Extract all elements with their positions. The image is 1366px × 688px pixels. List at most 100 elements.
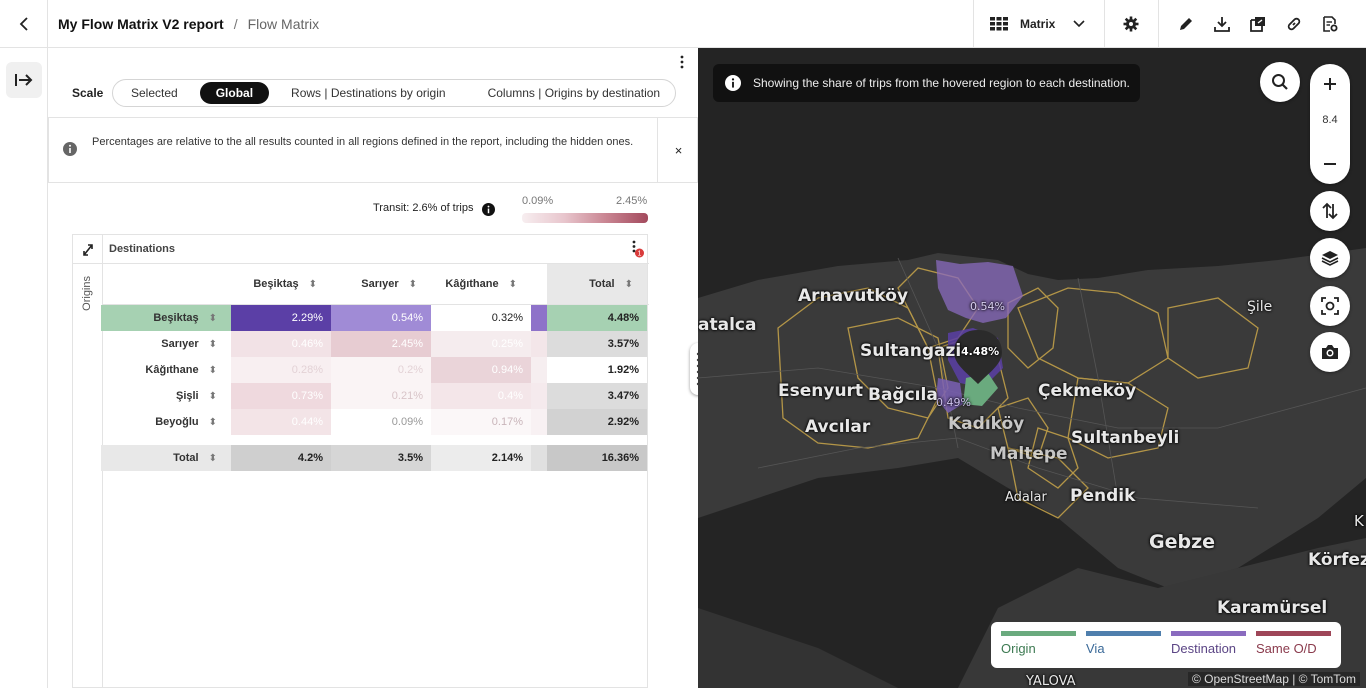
filter-badge-count: 1 [638, 251, 642, 258]
map-legend: Origin Via Destination Same O/D [991, 622, 1341, 668]
transit-cell [531, 409, 547, 435]
transit-cell [531, 445, 547, 471]
matrix-cell[interactable]: 0.09% [331, 409, 431, 435]
close-banner-button[interactable]: × [657, 118, 699, 182]
matrix-cell[interactable]: 0.4% [431, 383, 531, 409]
view-select[interactable]: Matrix [973, 0, 1105, 47]
zoom-level: 8.4 [1322, 114, 1338, 126]
row-total-cell[interactable]: 1.92% [547, 357, 647, 383]
report-title[interactable]: My Flow Matrix V2 report [58, 16, 224, 32]
view-select-label: Matrix [1020, 16, 1056, 31]
column-total-cell[interactable]: 2.14% [431, 445, 531, 471]
edit-button[interactable] [1168, 0, 1204, 47]
matrix-cell[interactable]: 0.44% [231, 409, 331, 435]
download-button[interactable] [1204, 0, 1240, 47]
col-header-sariyer[interactable]: Sarıyer ⬍ [331, 264, 431, 304]
scale-option-rows[interactable]: Rows | Destinations by origin [273, 82, 464, 104]
layers-button[interactable] [1310, 238, 1350, 278]
scale-option-global[interactable]: Global [199, 82, 270, 104]
matrix-cell[interactable]: 0.32% [431, 305, 531, 331]
info-banner-text: Percentages are relative to the all resu… [92, 136, 634, 148]
zoom-in-button[interactable] [1310, 64, 1350, 104]
info-icon [725, 75, 741, 91]
map-search-button[interactable] [1260, 62, 1300, 102]
back-button[interactable] [0, 0, 48, 47]
map-label-yalova: YALOVA [1026, 674, 1076, 688]
report-settings-button[interactable] [1312, 0, 1348, 47]
col-header-total[interactable]: Total ⬍ [547, 264, 647, 304]
row-total-cell[interactable]: 3.47% [547, 383, 647, 409]
map-label-bagcilar: Bağcıla [868, 385, 938, 405]
pencil-icon [1180, 17, 1192, 30]
map-label-sultangazi: Sultangazi [860, 341, 962, 361]
hovered-region-value: 4.48% [961, 345, 1000, 358]
download-icon [1214, 16, 1230, 32]
matrix-cell[interactable]: 0.94% [431, 357, 531, 383]
settings-button[interactable] [1113, 0, 1149, 47]
scale-segmented-control: Selected Global Rows | Destinations by o… [112, 79, 676, 107]
legend-label: Via [1086, 641, 1105, 656]
zoom-out-button[interactable] [1310, 144, 1350, 184]
screenshot-button[interactable] [1310, 332, 1350, 372]
search-icon [1272, 74, 1288, 90]
map-view[interactable]: 0.54% 4.48% 0.49% Arnavutköy atalca Sult… [698, 48, 1366, 688]
sort-icon: ⬍ [624, 278, 633, 290]
matrix-cell[interactable]: 0.17% [431, 409, 531, 435]
link-icon [1287, 17, 1301, 30]
row-header-sisli[interactable]: Şişli ⬍ [101, 383, 231, 409]
flow-direction-button[interactable] [1310, 191, 1350, 231]
row-total-cell[interactable]: 4.48% [547, 305, 647, 331]
expand-panel-button[interactable] [6, 62, 42, 98]
legend-item-origin: Origin [1001, 631, 1076, 668]
swap-axes-button[interactable] [73, 235, 103, 264]
row-header-besiktas[interactable]: Beşiktaş ⬍ [101, 305, 231, 331]
row-header-total[interactable]: Total ⬍ [101, 445, 231, 471]
row-header-beyoglu[interactable]: Beyoğlu ⬍ [101, 409, 231, 435]
more-options-icon[interactable] [675, 54, 689, 70]
sort-icon: ⬍ [508, 278, 517, 290]
row-header-sariyer[interactable]: Sarıyer ⬍ [101, 331, 231, 357]
camera-icon [1322, 345, 1338, 359]
column-total-cell[interactable]: 4.2% [231, 445, 331, 471]
share-button[interactable] [1240, 0, 1276, 47]
matrix-header-bar: Destinations 1 [73, 235, 649, 264]
map-label-cekmekoy: Çekmeköy [1038, 381, 1137, 401]
row-total-cell[interactable]: 3.57% [547, 331, 647, 357]
matrix-cell[interactable]: 0.28% [231, 357, 331, 383]
color-scale-max: 2.45% [616, 195, 648, 207]
row-total-cell[interactable]: 2.92% [547, 409, 647, 435]
column-total-cell[interactable]: 3.5% [331, 445, 431, 471]
row-header-kagithane[interactable]: Kâğıthane ⬍ [101, 357, 231, 383]
sort-icon: ⬍ [208, 452, 217, 464]
matrix-cell[interactable]: 0.73% [231, 383, 331, 409]
copy-link-button[interactable] [1276, 0, 1312, 47]
fit-to-view-button[interactable] [1310, 286, 1350, 326]
info-banner: Percentages are relative to the all resu… [48, 117, 698, 183]
matrix-panel: Scale Selected Global Rows | Destination… [48, 48, 698, 688]
flow-matrix-table: Destinations 1 Origins Beşiktaş ⬍ Sarıyer… [72, 234, 649, 688]
matrix-filter-button[interactable]: 1 [629, 240, 645, 263]
matrix-cell[interactable]: 0.46% [231, 331, 331, 357]
map-attribution[interactable]: © OpenStreetMap | © TomTom [1188, 672, 1360, 686]
matrix-cell[interactable]: 0.2% [331, 357, 431, 383]
row-header-label: Sarıyer [161, 338, 199, 350]
focus-frame-icon [1321, 297, 1339, 315]
grand-total-cell[interactable]: 16.36% [547, 445, 647, 471]
map-label-catalca: atalca [698, 315, 757, 335]
row-header-label: Total [173, 452, 199, 464]
transit-info-icon[interactable] [482, 203, 495, 216]
map-label-sile: Şile [1247, 299, 1273, 315]
matrix-cell[interactable]: 0.54% [331, 305, 431, 331]
col-header-kagithane[interactable]: Kâğıthane ⬍ [431, 264, 531, 304]
matrix-cell[interactable]: 0.21% [331, 383, 431, 409]
scale-option-columns[interactable]: Columns | Origins by destination [464, 82, 679, 104]
filter-badge-icon: 1 [632, 240, 644, 258]
matrix-cell[interactable]: 2.29% [231, 305, 331, 331]
scale-option-selected[interactable]: Selected [113, 82, 196, 104]
page-title: Flow Matrix [247, 15, 320, 32]
matrix-cell[interactable]: 0.25% [431, 331, 531, 357]
col-header-besiktas[interactable]: Beşiktaş ⬍ [231, 264, 331, 304]
map-label-pendik: Pendik [1070, 486, 1136, 506]
chevron-left-icon [19, 16, 28, 31]
matrix-cell[interactable]: 2.45% [331, 331, 431, 357]
